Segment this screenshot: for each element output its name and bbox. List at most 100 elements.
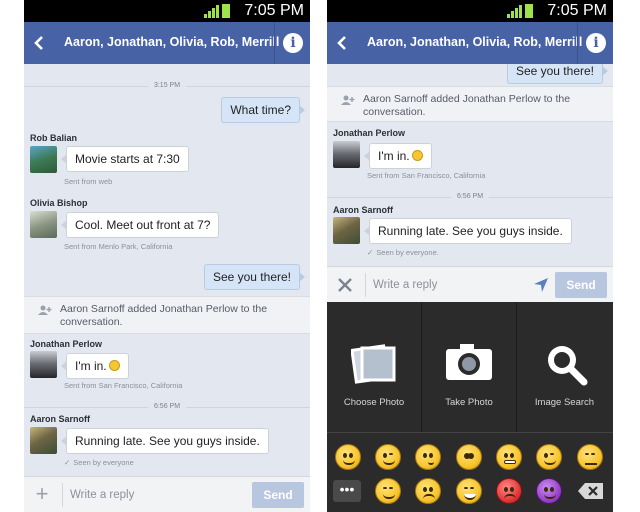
choose-photo-button[interactable]: Choose Photo <box>327 302 422 432</box>
info-button[interactable]: i <box>274 22 310 64</box>
outgoing-message[interactable]: See you there! <box>203 264 306 290</box>
choose-photo-label: Choose Photo <box>343 397 405 408</box>
image-search-button[interactable]: Image Search <box>517 302 612 432</box>
info-button[interactable]: i <box>577 22 613 64</box>
time-label: 6:56 PM <box>450 191 490 203</box>
time-label: 3:15 PM <box>147 80 187 92</box>
message-meta: Sent from web <box>64 177 113 186</box>
more-emoji-button[interactable]: ••• <box>333 480 361 502</box>
smile-emoji-icon <box>108 360 120 371</box>
add-person-icon <box>38 305 52 315</box>
system-message-text: Aaron Sarnoff added Jonathan Perlow to t… <box>60 303 268 328</box>
avatar[interactable] <box>333 141 360 168</box>
close-attachments-button[interactable] <box>333 273 357 297</box>
avatar[interactable] <box>30 427 57 454</box>
laughing-tears-emoji-icon[interactable] <box>456 478 482 504</box>
screen-conversation: 7:05 PM Aaron, Jonathan, Olivia, Rob, Me… <box>24 0 310 512</box>
sender-name: Jonathan Perlow <box>30 339 103 349</box>
unamused-emoji-icon[interactable] <box>577 444 603 470</box>
outgoing-message[interactable]: See you there! <box>506 64 609 84</box>
status-bar: 7:05 PM <box>24 0 310 22</box>
seen-status: Seen by everyone <box>73 458 134 467</box>
incoming-message[interactable]: I'm in. <box>364 143 432 169</box>
incoming-message[interactable]: I'm in. <box>61 353 129 379</box>
check-icon: ✓ <box>64 458 71 467</box>
conversation-header: Aaron, Jonathan, Olivia, Rob, Merrill i <box>24 22 310 64</box>
seen-status: Seen by everyone. <box>376 248 439 257</box>
location-arrow-icon[interactable] <box>533 277 549 293</box>
check-icon: ✓ <box>367 248 374 257</box>
message-meta: ✓ Seen by everyone <box>64 458 134 467</box>
sender-name: Aaron Sarnoff <box>30 414 91 424</box>
avatar[interactable] <box>30 351 57 378</box>
smirking-emoji-icon[interactable] <box>375 478 401 504</box>
message-meta: Sent from Menlo Park, California <box>64 242 173 251</box>
time-divider: 6:56 PM <box>327 191 613 203</box>
incoming-message[interactable]: Running late. See you guys inside. <box>61 428 269 454</box>
message-text: I'm in. <box>378 149 410 163</box>
reply-input[interactable] <box>373 276 523 294</box>
status-time: 7:05 PM <box>547 2 607 19</box>
info-icon: i <box>586 33 606 53</box>
sender-name: Aaron Sarnoff <box>333 205 394 215</box>
back-button[interactable] <box>28 22 56 64</box>
screen-attachment-tray: 7:05 PM Aaron, Jonathan, Olivia, Rob, Me… <box>327 0 613 512</box>
plus-icon: + <box>35 481 49 506</box>
battery-icon <box>222 4 230 18</box>
reply-input[interactable] <box>70 486 220 504</box>
reply-composer: Send <box>327 266 613 302</box>
message-list[interactable]: See you there! Aaron Sarnoff added Jonat… <box>327 64 613 266</box>
sender-name: Jonathan Perlow <box>333 128 406 138</box>
grinning-emoji-icon[interactable] <box>335 444 361 470</box>
status-time: 7:05 PM <box>244 2 304 19</box>
back-arrow-icon <box>337 36 346 50</box>
tongue-wink-emoji-icon[interactable] <box>536 444 562 470</box>
time-divider: 6:56 PM <box>24 401 310 413</box>
devil-emoji-icon[interactable] <box>536 478 562 504</box>
incoming-message[interactable]: Running late. See you guys inside. <box>364 218 572 244</box>
avatar[interactable] <box>333 217 360 244</box>
back-button[interactable] <box>331 22 359 64</box>
info-icon: i <box>283 33 303 53</box>
incoming-message[interactable]: Movie starts at 7:30 <box>61 146 189 172</box>
take-photo-label: Take Photo <box>445 397 493 408</box>
send-button[interactable]: Send <box>252 482 304 508</box>
reply-composer: + Send <box>24 476 310 512</box>
add-attachment-button[interactable]: + <box>30 483 54 507</box>
composer-divider <box>62 483 63 507</box>
conversation-title: Aaron, Jonathan, Olivia, Rob, Merrill <box>64 35 280 49</box>
send-button[interactable]: Send <box>555 272 607 298</box>
battery-icon <box>525 4 533 18</box>
magnifier-icon <box>547 346 587 386</box>
crying-emoji-icon[interactable] <box>415 478 441 504</box>
kissing-emoji-icon[interactable] <box>415 444 441 470</box>
attachment-tray: Choose Photo Take Photo Image Search ••• <box>327 302 613 512</box>
avatar[interactable] <box>30 211 57 238</box>
outgoing-message[interactable]: What time? <box>221 97 305 123</box>
flushed-emoji-icon[interactable] <box>456 444 482 470</box>
grimacing-emoji-icon[interactable] <box>496 444 522 470</box>
conversation-header: Aaron, Jonathan, Olivia, Rob, Merrill i <box>327 22 613 64</box>
take-photo-button[interactable]: Take Photo <box>422 302 517 432</box>
signal-battery-icons <box>507 4 533 18</box>
system-message: Aaron Sarnoff added Jonathan Perlow to t… <box>327 86 613 122</box>
more-icon: ••• <box>339 481 355 497</box>
tray-divider <box>327 432 613 433</box>
signal-icon <box>204 5 219 18</box>
time-divider: 3:15 PM <box>24 80 310 92</box>
message-meta: ✓ Seen by everyone. <box>367 248 439 257</box>
close-icon <box>338 278 352 292</box>
winking-emoji-icon[interactable] <box>375 444 401 470</box>
composer-divider <box>365 273 366 297</box>
system-message-text: Aaron Sarnoff added Jonathan Perlow to t… <box>363 93 571 118</box>
add-person-icon <box>341 95 355 105</box>
camera-icon <box>446 344 492 380</box>
status-bar: 7:05 PM <box>327 0 613 22</box>
angry-emoji-icon[interactable] <box>496 478 522 504</box>
sender-name: Rob Balian <box>30 133 78 143</box>
incoming-message[interactable]: Cool. Meet out front at 7? <box>60 212 220 238</box>
message-list[interactable]: 3:15 PM What time? Rob Balian Movie star… <box>24 64 310 476</box>
avatar[interactable] <box>30 146 57 173</box>
sender-name: Olivia Bishop <box>30 198 88 208</box>
delete-key-button[interactable] <box>577 480 605 502</box>
